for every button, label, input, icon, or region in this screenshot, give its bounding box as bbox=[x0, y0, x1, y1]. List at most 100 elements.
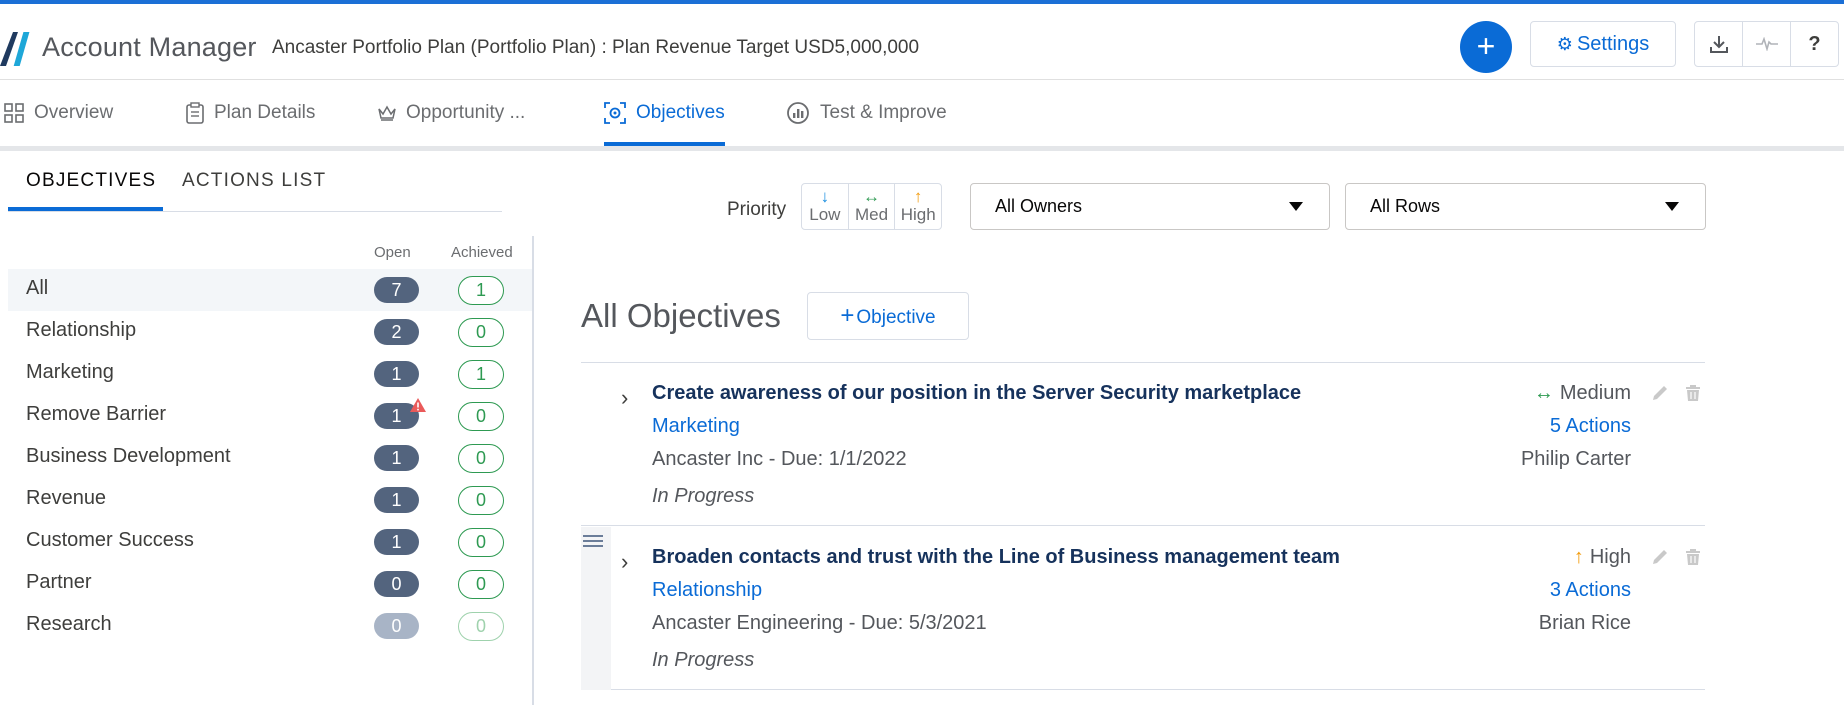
priority-low-label: Low bbox=[809, 205, 841, 224]
drag-handle-area[interactable] bbox=[581, 527, 611, 690]
objective-actions-link[interactable]: 5 Actions bbox=[1550, 415, 1631, 438]
drag-handle-area bbox=[581, 363, 611, 526]
category-row-partner[interactable]: Partner 0 0 bbox=[8, 563, 532, 605]
chevron-right-icon[interactable]: › bbox=[621, 549, 628, 575]
subtab-objectives[interactable]: OBJECTIVES bbox=[26, 170, 156, 192]
objective-meta: Ancaster Inc - Due: 1/1/2022 bbox=[652, 448, 907, 471]
subtab-actions-list[interactable]: ACTIONS LIST bbox=[182, 170, 326, 192]
caret-down-icon bbox=[1289, 202, 1303, 211]
tab-overview[interactable]: Overview bbox=[4, 80, 113, 146]
achieved-count-badge: 0 bbox=[458, 402, 504, 431]
category-label: Customer Success bbox=[26, 529, 194, 551]
open-count-badge: 2 bbox=[374, 319, 419, 345]
achieved-count-badge: 0 bbox=[458, 612, 504, 641]
achieved-count-badge: 0 bbox=[458, 444, 504, 473]
header-icon-group: ? bbox=[1694, 21, 1839, 67]
category-row-revenue[interactable]: Revenue 1 0 bbox=[8, 479, 532, 521]
open-count-badge: 1 bbox=[374, 445, 419, 471]
objective-actions-link[interactable]: 3 Actions bbox=[1550, 579, 1631, 602]
category-row-research[interactable]: Research 0 0 bbox=[8, 605, 532, 647]
help-icon[interactable]: ? bbox=[1791, 22, 1838, 66]
objectives-subtabs: OBJECTIVES ACTIONS LIST bbox=[8, 160, 502, 212]
subtab-active-indicator bbox=[8, 207, 163, 211]
chevron-right-icon[interactable]: › bbox=[621, 385, 628, 411]
category-row-relationship[interactable]: Relationship 2 0 bbox=[8, 311, 532, 353]
category-label: All bbox=[26, 277, 49, 299]
add-objective-label: Objective bbox=[856, 307, 936, 328]
category-row-business-development[interactable]: Business Development 1 0 bbox=[8, 437, 532, 479]
pencil-icon[interactable] bbox=[1650, 547, 1670, 567]
objective-priority: ↑ High bbox=[1574, 546, 1631, 569]
download-icon[interactable] bbox=[1695, 22, 1743, 66]
priority-low-button[interactable]: ↓ Low bbox=[802, 184, 849, 229]
open-count-badge: 1 bbox=[374, 487, 419, 513]
pencil-icon[interactable] bbox=[1650, 383, 1670, 403]
achieved-count-badge: 0 bbox=[458, 318, 504, 347]
objective-row[interactable]: › Broaden contacts and trust with the Li… bbox=[581, 527, 1705, 690]
achieved-column-header: Achieved bbox=[451, 244, 513, 261]
priority-med-button[interactable]: ↔ Med bbox=[849, 184, 896, 229]
settings-label: Settings bbox=[1576, 33, 1650, 55]
crown-icon bbox=[378, 105, 396, 121]
achieved-count-badge: 0 bbox=[458, 528, 504, 557]
owners-dropdown-value: All Owners bbox=[995, 196, 1083, 216]
achieved-count-badge: 1 bbox=[458, 276, 504, 305]
settings-button[interactable]: ⚙ Settings bbox=[1530, 21, 1676, 67]
category-row-all[interactable]: All 7 1 bbox=[8, 269, 532, 311]
add-objective-button[interactable]: + Objective bbox=[807, 292, 969, 340]
tab-plan-details[interactable]: Plan Details bbox=[186, 80, 315, 146]
tab-plan-details-label: Plan Details bbox=[214, 102, 316, 123]
rows-dropdown[interactable]: All Rows bbox=[1345, 183, 1706, 230]
category-panel: Open Achieved All 7 1 Relationship 2 0 M… bbox=[8, 236, 534, 705]
achieved-count-badge: 0 bbox=[458, 486, 504, 515]
drag-handle-icon[interactable] bbox=[583, 535, 603, 547]
category-label: Revenue bbox=[26, 487, 107, 509]
tab-opportunity[interactable]: Opportunity ... bbox=[378, 80, 525, 146]
tab-objectives[interactable]: Objectives bbox=[604, 80, 725, 146]
add-button[interactable]: + bbox=[1460, 21, 1512, 73]
priority-high-button[interactable]: ↑ High bbox=[895, 184, 941, 229]
objective-row[interactable]: › Create awareness of our position in th… bbox=[581, 363, 1705, 526]
objective-category-link[interactable]: Relationship bbox=[652, 579, 762, 602]
category-label: Relationship bbox=[26, 319, 137, 341]
category-label: Business Development bbox=[26, 445, 231, 467]
objective-title[interactable]: Create awareness of our position in the … bbox=[652, 382, 1301, 405]
category-row-customer-success[interactable]: Customer Success 1 0 bbox=[8, 521, 532, 563]
open-count-badge: 1 bbox=[374, 361, 419, 387]
tab-opportunity-label: Opportunity ... bbox=[406, 102, 526, 123]
tabs-divider bbox=[0, 146, 1844, 151]
gear-icon: ⚙ bbox=[1556, 34, 1573, 54]
objective-due: - Due: 5/3/2021 bbox=[848, 612, 987, 634]
owners-dropdown[interactable]: All Owners bbox=[970, 183, 1330, 230]
grid-icon bbox=[4, 103, 24, 123]
trash-icon[interactable] bbox=[1683, 547, 1703, 567]
objective-status: In Progress bbox=[652, 485, 755, 507]
tab-test-improve-label: Test & Improve bbox=[820, 102, 947, 123]
clipboard-icon bbox=[186, 102, 204, 124]
caret-down-icon bbox=[1665, 202, 1679, 211]
achieved-count-badge: 1 bbox=[458, 360, 504, 389]
category-row-marketing[interactable]: Marketing 1 1 bbox=[8, 353, 532, 395]
tab-test-improve[interactable]: Test & Improve bbox=[786, 80, 947, 146]
arrow-up-icon: ↑ bbox=[1573, 546, 1584, 568]
arrow-horizontal-icon: ↔ bbox=[863, 187, 880, 206]
objective-account: Ancaster Engineering bbox=[652, 612, 844, 634]
trash-icon[interactable] bbox=[1683, 383, 1703, 403]
objective-priority-label: High bbox=[1589, 546, 1631, 568]
category-label: Partner bbox=[26, 571, 92, 593]
pulse-icon[interactable] bbox=[1743, 22, 1791, 66]
priority-filter-label: Priority bbox=[727, 199, 787, 220]
arrow-down-icon: ↓ bbox=[820, 187, 830, 206]
objective-category-link[interactable]: Marketing bbox=[652, 415, 740, 438]
plan-title: Ancaster Portfolio Plan (Portfolio Plan)… bbox=[272, 37, 920, 58]
achieved-count-badge: 0 bbox=[458, 570, 504, 599]
objective-priority: ↔ Medium bbox=[1534, 382, 1631, 405]
objective-meta: Ancaster Engineering - Due: 5/3/2021 bbox=[652, 612, 987, 635]
plus-icon: + bbox=[840, 302, 855, 329]
objective-account: Ancaster Inc bbox=[652, 448, 764, 470]
warning-icon bbox=[410, 398, 426, 412]
target-icon bbox=[604, 102, 626, 124]
objective-title[interactable]: Broaden contacts and trust with the Line… bbox=[652, 546, 1340, 569]
category-row-remove-barrier[interactable]: Remove Barrier 1 0 bbox=[8, 395, 532, 437]
category-label: Marketing bbox=[26, 361, 114, 383]
